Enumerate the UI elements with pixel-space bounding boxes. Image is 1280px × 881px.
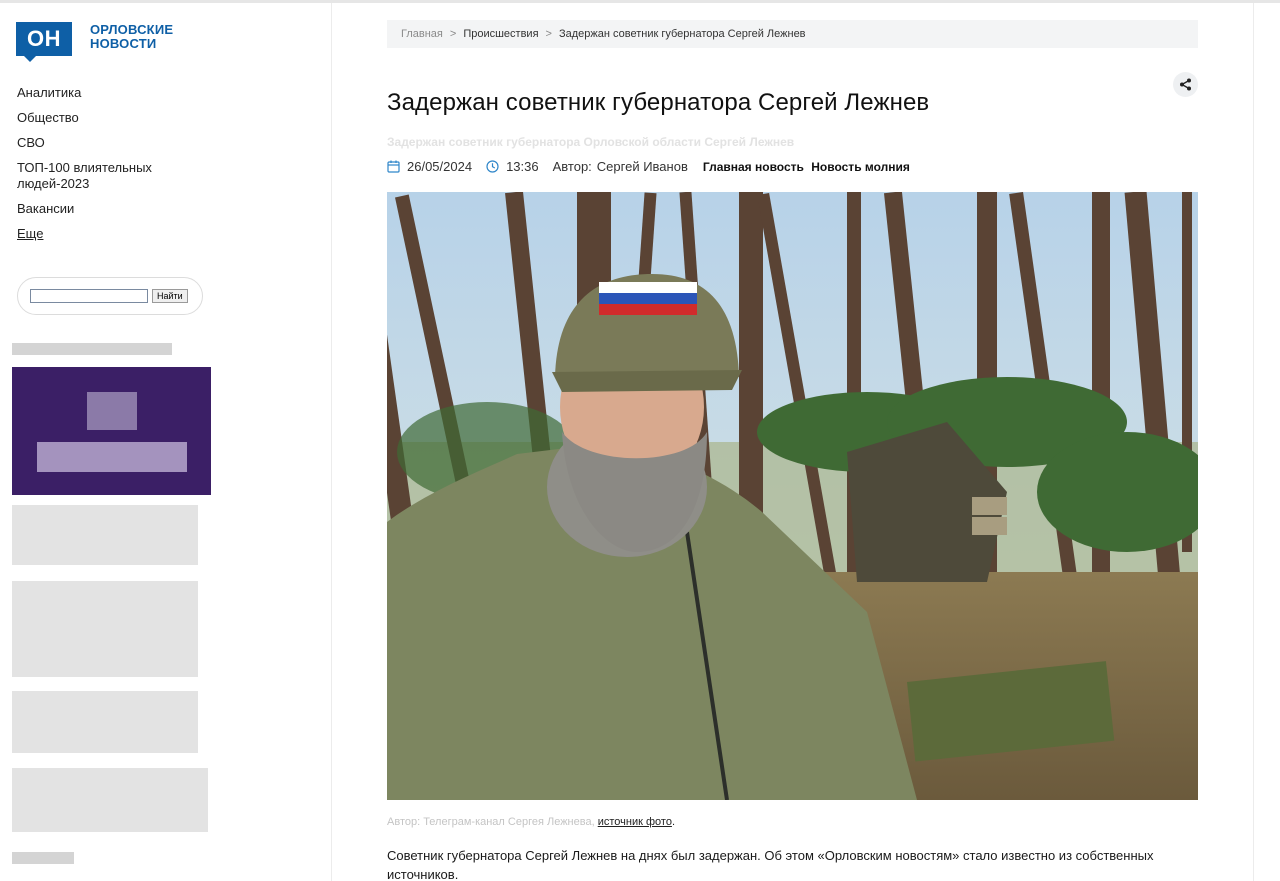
search-form: Найти — [17, 277, 203, 315]
search-input[interactable] — [30, 289, 148, 303]
article-time: 13:36 — [506, 159, 539, 174]
article-meta: 26/05/2024 13:36 Автор: Сергей Иванов Гл… — [387, 159, 914, 174]
blurred-news-item[interactable] — [12, 691, 198, 753]
blurred-ad-text — [37, 442, 187, 472]
article-tags: Главная новость Новость молния — [703, 160, 914, 174]
search-button[interactable]: Найти — [152, 289, 188, 303]
blurred-footer-text — [12, 852, 74, 864]
article-body: Советник губернатора Сергей Лежнев на дн… — [387, 848, 1154, 881]
breadcrumb-separator: > — [545, 28, 552, 40]
author-label: Автор: — [552, 159, 592, 174]
page-right-border — [1253, 3, 1254, 881]
caption-source-link[interactable]: источник фото — [598, 816, 672, 828]
nav-item-society[interactable]: Общество — [17, 110, 237, 126]
caption-suffix: . — [671, 816, 675, 828]
flag-patch — [599, 282, 697, 315]
calendar-icon — [387, 160, 401, 174]
nav-item-svo[interactable]: СВО — [17, 135, 237, 151]
tag-main-news[interactable]: Главная новость — [703, 160, 804, 174]
clock-icon — [486, 159, 500, 174]
nav-item-analytics[interactable]: Аналитика — [17, 85, 237, 101]
nav-item-vacancies[interactable]: Вакансии — [17, 201, 237, 217]
blurred-ad-logo — [87, 392, 137, 430]
article-author[interactable]: Сергей Иванов — [597, 159, 688, 174]
blurred-news-item[interactable] — [12, 768, 208, 832]
article-title: Задержан советник губернатора Сергей Леж… — [387, 89, 930, 116]
photo-caption: Автор: Телеграм-канал Сергея Лежнева, ис… — [387, 816, 675, 828]
blurred-heading — [12, 343, 172, 355]
sidebar-nav: Аналитика Общество СВО ТОП-100 влиятельн… — [17, 85, 237, 251]
breadcrumb: Главная > Происшествия > Задержан советник г… — [387, 20, 1198, 48]
article-photo — [387, 192, 1198, 800]
breadcrumb-current: Задержан советник губернатора Сергей Леж… — [558, 28, 806, 40]
breadcrumb-home[interactable]: Главная — [401, 28, 443, 40]
breadcrumb-section[interactable]: Происшествия — [463, 28, 538, 40]
tag-breaking-news[interactable]: Новость молния — [811, 160, 910, 174]
nav-item-top100[interactable]: ТОП-100 влиятельных людей-2023 — [17, 160, 167, 192]
breadcrumb-separator: > — [449, 28, 457, 40]
caption-prefix: Автор: Телеграм-канал Сергея Лежнева, — [387, 816, 595, 828]
article-date: 26/05/2024 — [407, 159, 473, 174]
site-logo[interactable]: ОН ОРЛОВСКИЕ НОВОСТИ — [16, 22, 200, 62]
blurred-news-item[interactable] — [12, 505, 198, 565]
blurred-ad-banner[interactable] — [12, 367, 211, 495]
share-icon — [1180, 78, 1191, 91]
article-main: Главная > Происшествия > Задержан советник г… — [333, 3, 1253, 881]
sidebar: ОН ОРЛОВСКИЕ НОВОСТИ Аналитика Общество … — [0, 3, 332, 881]
logo-badge: ОН — [16, 22, 72, 62]
share-button[interactable] — [1173, 72, 1198, 97]
logo-text: ОРЛОВСКИЕ НОВОСТИ — [90, 22, 174, 51]
article-subtitle: Задержан советник губернатора Орловской … — [387, 135, 795, 149]
nav-item-more[interactable]: Еще — [17, 226, 237, 242]
blurred-news-item[interactable] — [12, 581, 198, 677]
